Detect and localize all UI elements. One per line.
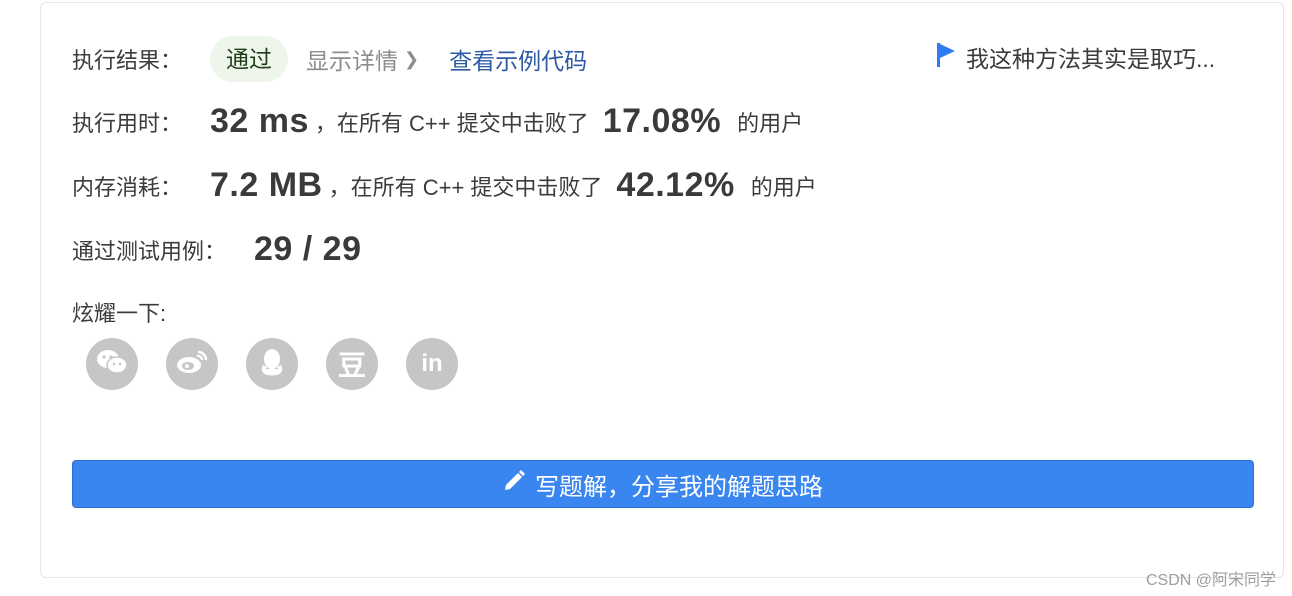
share-wechat-button[interactable] bbox=[86, 338, 138, 390]
share-label: 炫耀一下: bbox=[72, 301, 167, 326]
show-details-label: 显示详情 bbox=[306, 48, 399, 74]
runtime-label: 执行用时： bbox=[72, 110, 183, 136]
tests-label: 通过测试用例： bbox=[72, 238, 227, 264]
share-linkedin-button[interactable]: in bbox=[406, 338, 458, 390]
result-label: 执行结果： bbox=[72, 48, 183, 73]
douban-icon: 豆 bbox=[337, 349, 366, 382]
runtime-percent: 17.08% bbox=[602, 102, 722, 140]
view-sample-code-link[interactable]: 查看示例代码 bbox=[449, 42, 587, 76]
status-badge: 通过 bbox=[210, 36, 289, 82]
wechat-icon bbox=[96, 348, 128, 381]
runtime-value: 32 ms bbox=[210, 102, 309, 140]
note-text: 我这种方法其实是取巧... bbox=[966, 46, 1216, 72]
write-solution-button[interactable]: 写题解，分享我的解题思路 bbox=[72, 460, 1254, 508]
memory-suffix: 的用户 bbox=[750, 174, 817, 200]
tests-row: 通过测试用例： 29 / 29 bbox=[72, 230, 362, 269]
weibo-icon bbox=[176, 348, 208, 381]
memory-mid-text: ，在所有 C++ 提交中击败了 bbox=[328, 174, 603, 200]
qq-icon bbox=[258, 347, 286, 382]
result-row: 执行结果： 通过 显示详情 ❯ 查看示例代码 bbox=[72, 36, 587, 82]
share-weibo-button[interactable] bbox=[166, 338, 218, 390]
linkedin-icon: in bbox=[421, 350, 443, 377]
share-douban-button[interactable]: 豆 bbox=[326, 338, 378, 390]
share-row-label: 炫耀一下: bbox=[72, 296, 166, 328]
flag-icon bbox=[936, 42, 956, 73]
memory-value: 7.2 MB bbox=[210, 166, 323, 204]
submission-note[interactable]: 我这种方法其实是取巧... bbox=[936, 40, 1215, 74]
watermark: CSDN @阿宋同学 bbox=[1145, 572, 1276, 589]
share-qq-button[interactable] bbox=[246, 338, 298, 390]
memory-row: 内存消耗： 7.2 MB ，在所有 C++ 提交中击败了 42.12% 的用户 bbox=[72, 166, 817, 205]
show-details-link[interactable]: 显示详情 ❯ bbox=[306, 42, 419, 76]
tests-value: 29 / 29 bbox=[254, 230, 362, 268]
runtime-mid-text: ，在所有 C++ 提交中击败了 bbox=[314, 110, 589, 136]
write-solution-label: 写题解，分享我的解题思路 bbox=[535, 473, 823, 501]
memory-label: 内存消耗： bbox=[72, 174, 183, 200]
chevron-right-icon: ❯ bbox=[404, 48, 420, 69]
share-buttons: 豆 in bbox=[86, 338, 458, 390]
runtime-suffix: 的用户 bbox=[737, 110, 804, 136]
runtime-row: 执行用时： 32 ms ，在所有 C++ 提交中击败了 17.08% 的用户 bbox=[72, 102, 803, 141]
memory-percent: 42.12% bbox=[616, 166, 735, 204]
pencil-icon bbox=[503, 469, 535, 499]
